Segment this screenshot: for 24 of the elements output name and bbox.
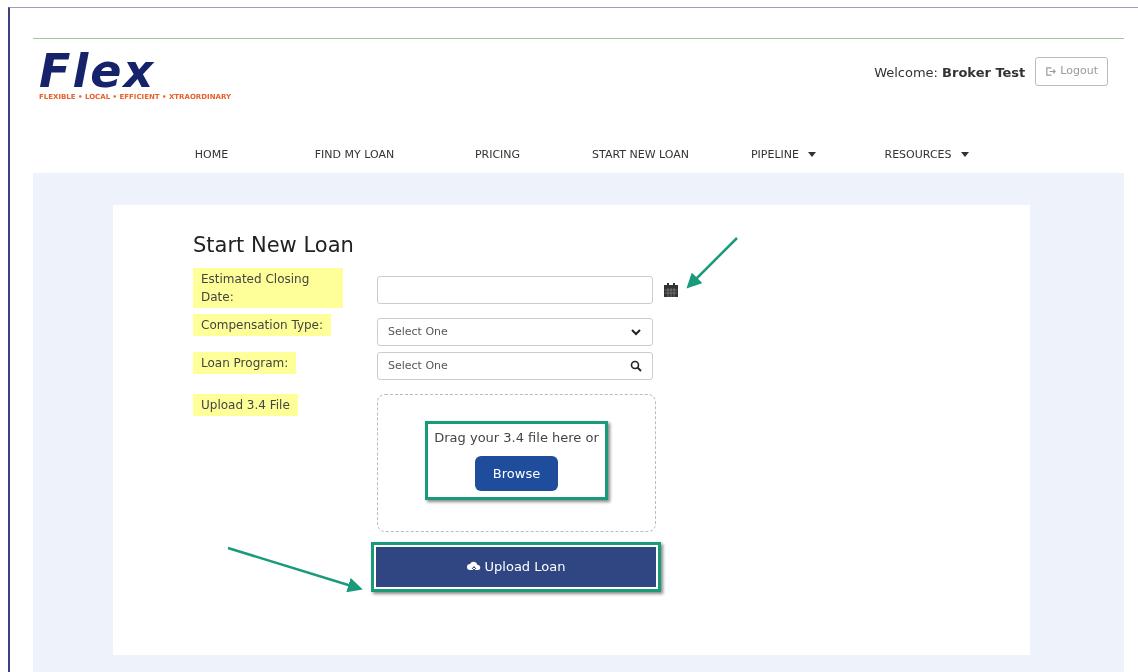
upload-button[interactable]: Upload Loan <box>376 547 656 588</box>
form-title: Start New Loan <box>193 233 355 259</box>
nav-link[interactable]: PIPELINE <box>712 146 855 163</box>
field-label: Estimated Closing Date: <box>193 268 343 309</box>
field-label: Compensation Type: <box>193 314 332 337</box>
drop-zone[interactable]: Drag your 3.4 file here or Browse <box>377 394 656 533</box>
search-icon <box>630 360 642 373</box>
nav-link[interactable]: PRICING <box>426 146 569 163</box>
logo-wordmark[interactable]: Flex <box>39 49 156 93</box>
browse-button[interactable]: Browse <box>474 455 559 492</box>
nav-link[interactable]: START NEW LOAN <box>569 146 712 163</box>
drop-prompt: Drag your 3.4 file here or <box>434 429 599 448</box>
date-field[interactable] <box>377 276 653 305</box>
search-field[interactable]: Select One <box>377 352 653 381</box>
field-label: Upload 3.4 File <box>193 394 298 417</box>
annotation-arrow <box>686 237 738 289</box>
calendar-icon[interactable] <box>663 282 679 299</box>
welcome-text: Welcome: Broker Test <box>874 64 1026 82</box>
nav-link[interactable]: FIND MY LOAN <box>283 146 426 163</box>
dropdown-field[interactable]: Select One <box>377 318 653 347</box>
logout-icon <box>1045 65 1057 77</box>
nav-link[interactable]: HOME <box>140 146 283 163</box>
field-label: Loan Program: <box>193 352 297 375</box>
nav-link[interactable]: RESOURCES <box>855 146 998 163</box>
